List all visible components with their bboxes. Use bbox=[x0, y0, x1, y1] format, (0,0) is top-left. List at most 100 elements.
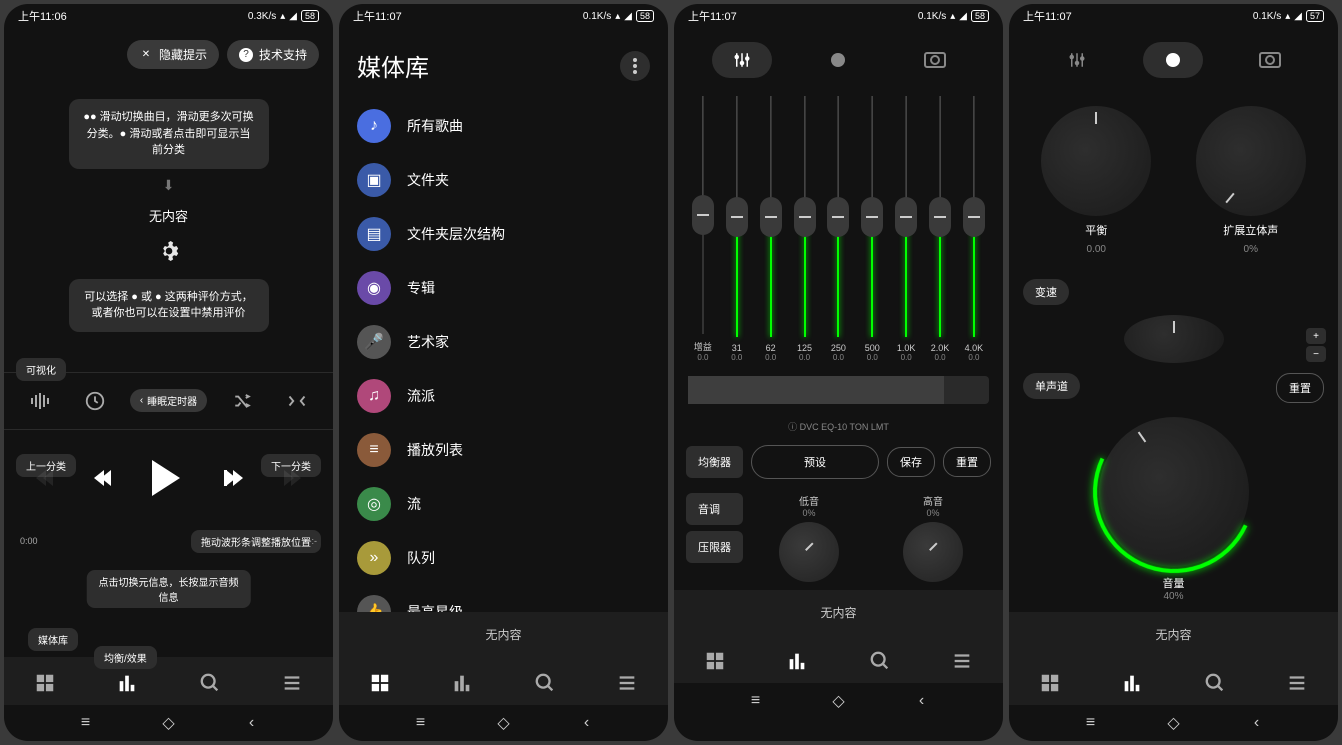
hide-hint-button[interactable]: ✕ 隐藏提示 bbox=[127, 40, 219, 69]
sleep-timer-chip[interactable]: ‹ 睡眠定时器 bbox=[130, 389, 207, 412]
eq-band-250[interactable]: 250 0.0 bbox=[824, 96, 852, 362]
balance-knob[interactable] bbox=[1041, 106, 1151, 216]
eq-tabs bbox=[674, 28, 1003, 86]
nav-menu-icon[interactable] bbox=[278, 669, 306, 697]
tab-reverb[interactable] bbox=[1240, 42, 1300, 78]
sys-back-icon[interactable]: ‹ bbox=[1247, 715, 1267, 731]
eq-band-4.0K[interactable]: 4.0K 0.0 bbox=[960, 96, 988, 362]
lib-item-streams[interactable]: ◎流 bbox=[339, 477, 668, 531]
lib-item-folders[interactable]: ▣文件夹 bbox=[339, 153, 668, 207]
nav-eq-icon[interactable] bbox=[448, 669, 476, 697]
sys-back-icon[interactable]: ‹ bbox=[242, 715, 262, 731]
play-button[interactable] bbox=[152, 460, 180, 496]
visualize-chip[interactable]: 可视化 bbox=[16, 358, 66, 381]
nav-library-icon[interactable] bbox=[366, 669, 394, 697]
support-button[interactable]: ? 技术支持 bbox=[227, 40, 319, 69]
lib-item-albums[interactable]: ◉专辑 bbox=[339, 261, 668, 315]
volume-knob[interactable] bbox=[1099, 417, 1249, 567]
nav-search-icon[interactable] bbox=[1201, 669, 1229, 697]
save-button[interactable]: 保存 bbox=[887, 447, 935, 477]
eq-toggle[interactable]: 均衡器 bbox=[686, 446, 743, 478]
nav-eq-icon[interactable] bbox=[783, 647, 811, 675]
library-list[interactable]: ♪所有歌曲 ▣文件夹 ▤文件夹层次结构 ◉专辑 🎤艺术家 ♫流派 ≡播放列表 ◎… bbox=[339, 93, 668, 612]
rewind-button[interactable] bbox=[94, 470, 108, 486]
speed-up-button[interactable]: + bbox=[1306, 328, 1326, 344]
mono-toggle[interactable]: 单声道 bbox=[1023, 373, 1080, 399]
eq-band-2.0K[interactable]: 2.0K 0.0 bbox=[926, 96, 954, 362]
next-track-button[interactable] bbox=[287, 470, 301, 486]
nav-menu-icon[interactable] bbox=[1283, 669, 1311, 697]
stereo-value: 0% bbox=[1244, 244, 1258, 255]
nav-library-icon[interactable] bbox=[1036, 669, 1064, 697]
lib-item-folder-hier[interactable]: ▤文件夹层次结构 bbox=[339, 207, 668, 261]
lib-item-artists[interactable]: 🎤艺术家 bbox=[339, 315, 668, 369]
lib-item-playlists[interactable]: ≡播放列表 bbox=[339, 423, 668, 477]
eq-band-增益[interactable]: 增益 0.0 bbox=[689, 96, 717, 362]
speed-down-button[interactable]: − bbox=[1306, 346, 1326, 362]
shuffle-button[interactable] bbox=[222, 383, 262, 419]
lib-item-queue[interactable]: »队列 bbox=[339, 531, 668, 585]
library-chip[interactable]: 媒体库 bbox=[28, 628, 78, 651]
eq-band-freq: 125 bbox=[797, 343, 812, 353]
sys-home-icon[interactable]: ◇ bbox=[494, 715, 514, 731]
eq-band-1.0K[interactable]: 1.0K 0.0 bbox=[892, 96, 920, 362]
folder-icon: ▣ bbox=[357, 163, 391, 197]
eq-band-31[interactable]: 31 0.0 bbox=[723, 96, 751, 362]
nav-menu-icon[interactable] bbox=[613, 669, 641, 697]
reset-button[interactable]: 重置 bbox=[1276, 373, 1324, 403]
sys-menu-icon[interactable]: ≡ bbox=[1081, 715, 1101, 731]
lib-item-genres[interactable]: ♫流派 bbox=[339, 369, 668, 423]
eq-band-500[interactable]: 500 0.0 bbox=[858, 96, 886, 362]
sys-back-icon[interactable]: ‹ bbox=[577, 715, 597, 731]
limiter-toggle[interactable]: 压限器 bbox=[686, 531, 743, 563]
mini-player[interactable]: 无内容 bbox=[339, 612, 668, 657]
nav-eq-icon[interactable] bbox=[1118, 669, 1146, 697]
sys-back-icon[interactable]: ‹ bbox=[912, 693, 932, 709]
more-button[interactable] bbox=[620, 51, 650, 81]
mini-player[interactable]: 无内容 bbox=[674, 590, 1003, 635]
status-speed: 0.1K/s bbox=[1253, 11, 1281, 22]
eq-chip[interactable]: 均衡/效果 bbox=[94, 646, 157, 669]
timer-button[interactable] bbox=[75, 383, 115, 419]
reset-button[interactable]: 重置 bbox=[943, 447, 991, 477]
nav-library-icon[interactable] bbox=[31, 669, 59, 697]
nav-search-icon[interactable] bbox=[531, 669, 559, 697]
lib-item-top-rated[interactable]: 👍最高星级 bbox=[339, 585, 668, 612]
tab-eq[interactable] bbox=[1047, 42, 1107, 78]
forward-button[interactable] bbox=[224, 470, 243, 486]
nav-menu-icon[interactable] bbox=[948, 647, 976, 675]
dsp-info[interactable]: ⓘ DVC EQ-10 TON LMT bbox=[674, 414, 1003, 439]
sys-menu-icon[interactable]: ≡ bbox=[746, 693, 766, 709]
status-speed: 0.1K/s bbox=[918, 11, 946, 22]
sys-home-icon[interactable]: ◇ bbox=[1164, 715, 1184, 731]
nav-search-icon[interactable] bbox=[196, 669, 224, 697]
nav-library-icon[interactable] bbox=[701, 647, 729, 675]
music-note-icon: ♪ bbox=[357, 109, 391, 143]
tab-reverb[interactable] bbox=[905, 42, 965, 78]
eq-band-62[interactable]: 62 0.0 bbox=[757, 96, 785, 362]
eq-band-125[interactable]: 125 0.0 bbox=[791, 96, 819, 362]
nav-eq-icon[interactable] bbox=[113, 669, 141, 697]
tab-vol[interactable] bbox=[1143, 42, 1203, 78]
sys-home-icon[interactable]: ◇ bbox=[159, 715, 179, 731]
mini-player[interactable]: 无内容 bbox=[1009, 612, 1338, 657]
treble-knob[interactable] bbox=[903, 522, 963, 582]
tone-toggle[interactable]: 音调 bbox=[686, 493, 743, 525]
tab-eq[interactable] bbox=[712, 42, 772, 78]
stereo-knob[interactable] bbox=[1196, 106, 1306, 216]
sys-menu-icon[interactable]: ≡ bbox=[76, 715, 96, 731]
tab-vol[interactable] bbox=[808, 42, 868, 78]
visualizer-button[interactable] bbox=[20, 383, 60, 419]
settings-button[interactable] bbox=[159, 241, 179, 261]
repeat-button[interactable] bbox=[277, 383, 317, 419]
prev-track-button[interactable] bbox=[36, 470, 50, 486]
nav-search-icon[interactable] bbox=[866, 647, 894, 675]
speed-toggle[interactable]: 变速 bbox=[1023, 279, 1069, 305]
preset-button[interactable]: 预设 bbox=[751, 445, 879, 479]
sys-home-icon[interactable]: ◇ bbox=[829, 693, 849, 709]
sys-menu-icon[interactable]: ≡ bbox=[411, 715, 431, 731]
bass-knob[interactable] bbox=[779, 522, 839, 582]
status-bar: 上午11:07 0.1K/s ▴ ◢ 57 bbox=[1009, 4, 1338, 28]
speed-knob[interactable] bbox=[1124, 315, 1224, 363]
lib-item-all-songs[interactable]: ♪所有歌曲 bbox=[339, 99, 668, 153]
